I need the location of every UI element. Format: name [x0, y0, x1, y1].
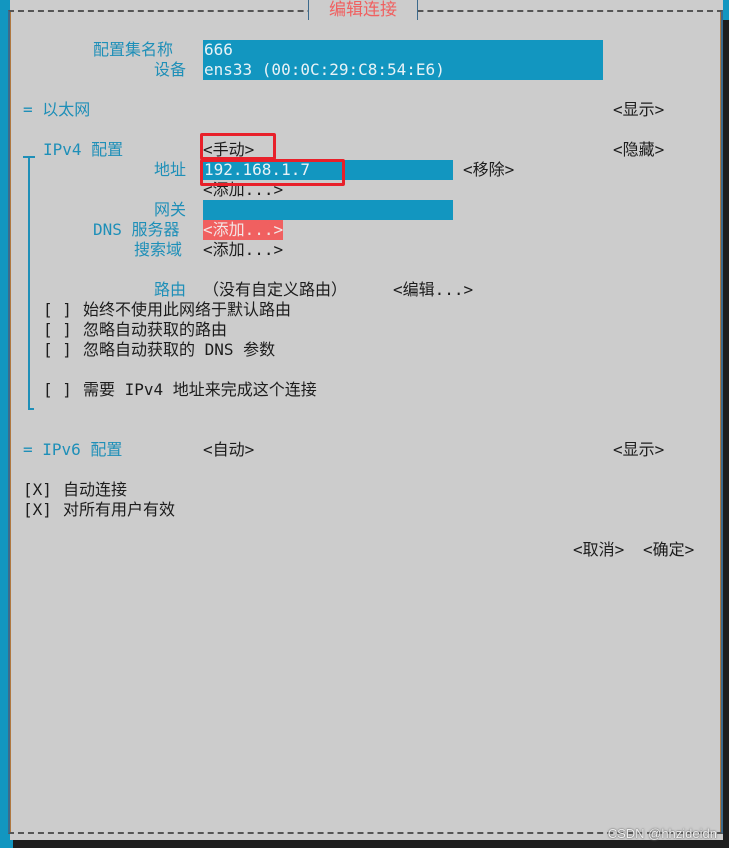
- profile-name-label: 配置集名称: [93, 40, 174, 59]
- checkbox-label: 始终不使用此网络于默认路由: [83, 300, 292, 319]
- ipv4-section-label: IPv4 配置: [43, 140, 124, 159]
- checkbox-label: 忽略自动获取的路由: [83, 320, 228, 339]
- profile-name-input[interactable]: 666: [203, 40, 603, 60]
- window-edge: [723, 20, 729, 848]
- ethernet-section-label: = 以太网: [23, 100, 91, 119]
- gateway-input[interactable]: [203, 200, 453, 220]
- ipv6-show-button[interactable]: <显示>: [613, 440, 664, 460]
- ok-button[interactable]: <确定>: [643, 540, 694, 560]
- checkbox-mark[interactable]: [ ]: [43, 380, 72, 400]
- routing-label: 路由: [154, 280, 187, 299]
- routing-value: （没有自定义路由）: [203, 280, 348, 299]
- tree-connector: [28, 158, 30, 410]
- cancel-button[interactable]: <取消>: [573, 540, 624, 560]
- ethernet-show-button[interactable]: <显示>: [613, 100, 664, 120]
- watermark: CSDN @hhzideidn: [607, 826, 717, 841]
- annotation-box-address: [200, 159, 345, 186]
- checkbox-label: 需要 IPv4 地址来完成这个连接: [83, 380, 317, 399]
- checkbox-mark[interactable]: [X]: [23, 500, 52, 520]
- checkbox-mark[interactable]: [ ]: [43, 340, 72, 360]
- device-value: ens33 (00:0C:29:C8:54:E6): [204, 60, 445, 79]
- device-label: 设备: [154, 60, 187, 79]
- search-domain-add-button[interactable]: <添加...>: [203, 240, 283, 260]
- dns-add-button[interactable]: <添加...>: [203, 220, 284, 240]
- checkbox-mark[interactable]: [ ]: [43, 320, 72, 340]
- remove-address-button[interactable]: <移除>: [463, 160, 514, 180]
- tree-connector: [28, 408, 34, 410]
- ipv6-section-label: = IPv6 配置: [23, 440, 123, 459]
- device-input[interactable]: ens33 (00:0C:29:C8:54:E6): [203, 60, 603, 80]
- search-domain-label: 搜索域: [134, 240, 183, 259]
- dialog-title-box: 编辑连接: [308, 0, 418, 20]
- routing-edit-button[interactable]: <编辑...>: [393, 280, 473, 300]
- ipv6-mode-dropdown[interactable]: <自动>: [203, 440, 254, 460]
- checkbox-mark[interactable]: [X]: [23, 480, 52, 500]
- profile-name-value: 666: [204, 40, 233, 59]
- window-edge: [0, 840, 13, 848]
- checkbox-label: 自动连接: [63, 480, 128, 499]
- dns-label: DNS 服务器: [93, 220, 180, 239]
- dialog-title: 编辑连接: [329, 0, 397, 20]
- checkbox-label: 忽略自动获取的 DNS 参数: [83, 340, 276, 359]
- address-label: 地址: [154, 160, 187, 179]
- ipv4-hide-button[interactable]: <隐藏>: [613, 140, 664, 160]
- annotation-box-mode: [200, 133, 276, 160]
- dialog-frame: [8, 10, 723, 834]
- window-edge: [723, 0, 729, 20]
- checkbox-label: 对所有用户有效: [63, 500, 176, 519]
- checkbox-mark[interactable]: [ ]: [43, 300, 72, 320]
- gateway-label: 网关: [154, 200, 187, 219]
